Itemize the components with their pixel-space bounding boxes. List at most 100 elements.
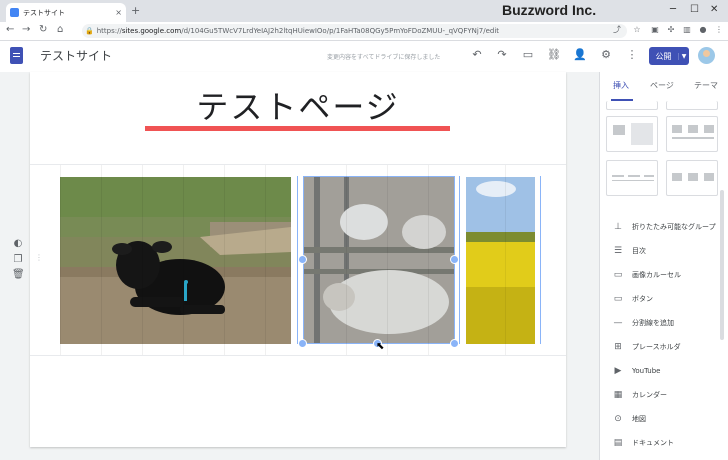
right-resize-bracket[interactable] bbox=[459, 176, 460, 344]
more-options-icon[interactable]: ⋮ bbox=[625, 48, 639, 61]
insert-placeholder[interactable]: ⊞ プレースホルダ bbox=[612, 342, 680, 352]
insert-toc[interactable]: ☰ 目次 bbox=[612, 246, 646, 256]
extension-icon[interactable]: ▣ bbox=[650, 25, 660, 35]
insert-item-label: 地図 bbox=[632, 415, 646, 423]
palette-icon[interactable]: ◐ bbox=[12, 238, 24, 249]
grid-guide bbox=[505, 165, 506, 355]
back-icon[interactable]: ← bbox=[6, 24, 14, 35]
address-bar[interactable]: 🔒 https://sites.google.com/d/104Gu5TWcV7L… bbox=[82, 24, 627, 38]
tab-themes[interactable]: テーマ bbox=[694, 80, 718, 91]
duplicate-icon[interactable]: ❐ bbox=[12, 254, 24, 265]
browser-menu-icon[interactable]: ⋮ bbox=[714, 25, 724, 35]
reload-icon[interactable]: ↻ bbox=[39, 24, 47, 35]
tab-pages[interactable]: ページ bbox=[650, 80, 674, 91]
undo-icon[interactable]: ↶ bbox=[470, 48, 484, 61]
grid-guide bbox=[428, 165, 429, 355]
browser-tab[interactable]: テストサイト × bbox=[6, 3, 126, 22]
close-tab-icon[interactable]: × bbox=[115, 8, 122, 17]
layout-thumbnail[interactable] bbox=[666, 116, 718, 152]
flower-field-photo bbox=[466, 177, 535, 344]
grid-guide bbox=[60, 165, 61, 355]
sidebar-icon[interactable]: ▥ bbox=[682, 25, 692, 35]
layout-thumbnail[interactable] bbox=[666, 101, 718, 110]
placeholder-icon: ⊞ bbox=[614, 342, 622, 352]
new-tab-button[interactable]: + bbox=[131, 4, 140, 17]
insert-item-label: ドキュメント bbox=[632, 439, 674, 447]
toc-icon: ☰ bbox=[613, 246, 623, 256]
grid-guide bbox=[142, 165, 143, 355]
black-lamb-photo bbox=[60, 177, 291, 344]
url-domain: sites.google.com bbox=[121, 27, 182, 35]
publish-label: 公開 bbox=[655, 51, 672, 61]
insert-item-label: 目次 bbox=[632, 247, 646, 255]
carousel-icon: ▭ bbox=[613, 270, 623, 280]
insert-collapsible-group[interactable]: ⊥ 折りたたみ可能なグループ bbox=[612, 222, 716, 232]
grid-guide bbox=[346, 165, 347, 355]
share-icon[interactable]: ⤴ bbox=[612, 25, 622, 35]
profile-icon[interactable]: ● bbox=[698, 25, 708, 35]
section-top-border bbox=[30, 164, 566, 165]
insert-map[interactable]: ⊙ 地図 bbox=[612, 414, 646, 424]
preview-icon[interactable]: ▭ bbox=[521, 48, 535, 61]
window-close-icon[interactable]: ✕ bbox=[710, 4, 718, 15]
share-with-others-icon[interactable]: 👤 bbox=[573, 48, 587, 61]
home-icon[interactable]: ⌂ bbox=[57, 24, 63, 35]
image-selection-frame[interactable] bbox=[303, 176, 455, 344]
layout-thumbnail[interactable] bbox=[666, 160, 718, 196]
layout-thumbnail[interactable] bbox=[606, 160, 658, 196]
resize-handle-bottom-left[interactable] bbox=[298, 339, 307, 348]
redo-icon[interactable]: ↷ bbox=[495, 48, 509, 61]
publish-button[interactable]: 公開 ▼ bbox=[649, 47, 689, 65]
insert-document[interactable]: ▤ ドキュメント bbox=[612, 438, 674, 448]
insert-item-label: YouTube bbox=[632, 367, 661, 375]
google-sites-logo-icon[interactable] bbox=[10, 47, 23, 64]
neighbor-resize-bracket[interactable] bbox=[540, 176, 541, 344]
puzzle-icon[interactable]: ✣ bbox=[666, 25, 676, 35]
insert-image-carousel[interactable]: ▭ 画像カルーセル bbox=[612, 270, 681, 280]
image-black-lamb[interactable] bbox=[60, 177, 291, 344]
insert-item-label: 画像カルーセル bbox=[632, 271, 681, 279]
section-bottom-border bbox=[30, 355, 566, 356]
resize-handle-left[interactable] bbox=[298, 255, 307, 264]
insert-calendar[interactable]: ▦ カレンダー bbox=[612, 390, 667, 400]
avatar[interactable] bbox=[698, 47, 715, 64]
sites-favicon-icon bbox=[10, 8, 19, 17]
grid-guide bbox=[224, 165, 225, 355]
move-cursor-icon: ⬉ bbox=[376, 341, 385, 352]
maximize-icon[interactable]: ☐ bbox=[690, 4, 699, 15]
insert-link-icon[interactable]: ⛓ bbox=[547, 48, 561, 61]
window-brand-text: Buzzword Inc. bbox=[502, 2, 597, 18]
minimize-icon[interactable]: ─ bbox=[670, 4, 676, 15]
divider-icon: — bbox=[613, 318, 623, 328]
page-title[interactable]: テストページ bbox=[30, 82, 566, 128]
insert-youtube[interactable]: ▶ YouTube bbox=[612, 366, 661, 376]
bookmark-star-icon[interactable]: ☆ bbox=[632, 25, 642, 35]
youtube-icon: ▶ bbox=[614, 366, 622, 376]
tab-insert[interactable]: 挿入 bbox=[613, 80, 629, 91]
browser-tab-title: テストサイト bbox=[23, 8, 65, 17]
delete-icon[interactable]: 🗑 bbox=[12, 269, 25, 280]
insert-button[interactable]: ▭ ボタン bbox=[612, 294, 653, 304]
settings-gear-icon[interactable]: ⚙ bbox=[599, 48, 613, 61]
panel-scrollbar[interactable] bbox=[720, 190, 724, 340]
title-underline bbox=[145, 126, 450, 131]
site-name[interactable]: テストサイト bbox=[40, 47, 112, 64]
layout-thumbnail[interactable] bbox=[606, 116, 658, 152]
resize-handle-bottom-right[interactable] bbox=[450, 339, 459, 348]
insert-item-label: ボタン bbox=[632, 295, 653, 303]
forward-icon[interactable]: → bbox=[22, 24, 30, 35]
insert-item-label: 分割線を追加 bbox=[632, 319, 674, 327]
image-flower-field[interactable] bbox=[466, 177, 535, 344]
grid-guide bbox=[387, 165, 388, 355]
url-lock-icon: 🔒 bbox=[85, 27, 94, 35]
insert-item-label: カレンダー bbox=[632, 391, 667, 399]
collapsible-group-icon: ⊥ bbox=[614, 222, 622, 232]
insert-divider[interactable]: — 分割線を追加 bbox=[612, 318, 675, 328]
drag-handle-icon[interactable]: ⋮ bbox=[35, 253, 43, 262]
grid-guide bbox=[265, 165, 266, 355]
document-icon: ▤ bbox=[613, 438, 623, 448]
insert-item-label: 折りたたみ可能なグループ bbox=[632, 223, 716, 231]
publish-dropdown-icon[interactable]: ▼ bbox=[678, 52, 689, 60]
resize-handle-right[interactable] bbox=[450, 255, 459, 264]
layout-thumbnail[interactable] bbox=[606, 101, 658, 110]
